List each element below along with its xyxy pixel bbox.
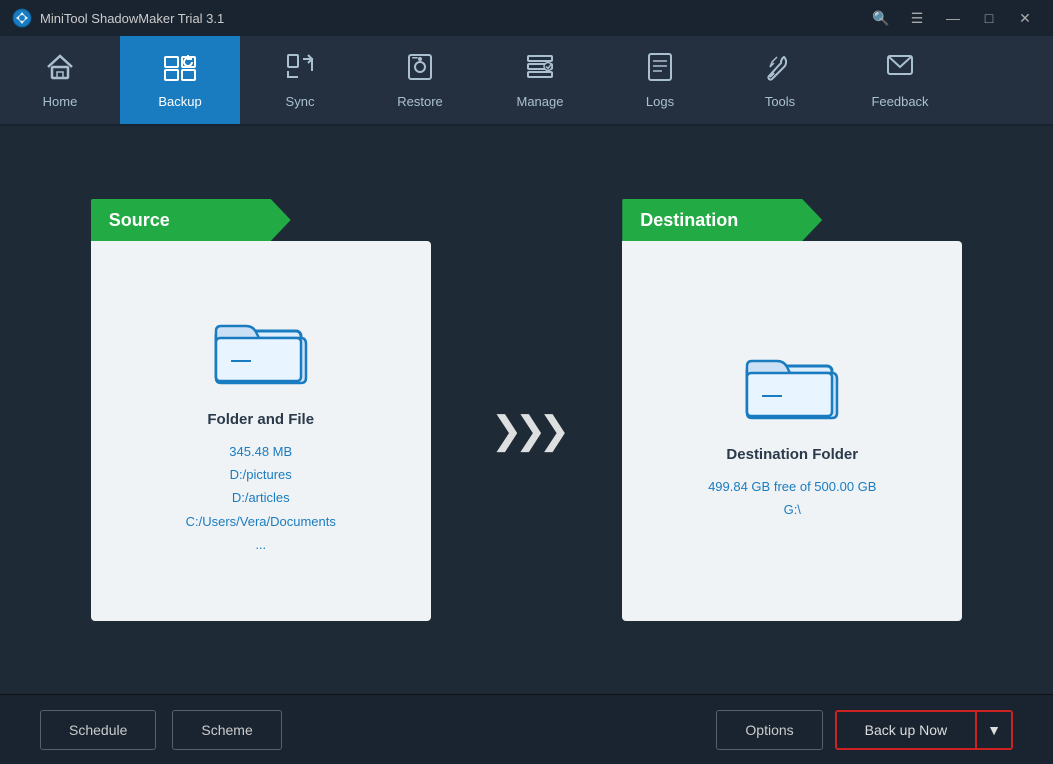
destination-panel-body[interactable]: Destination Folder 499.84 GB free of 500… xyxy=(622,241,962,621)
source-panel-body[interactable]: Folder and File 345.48 MB D:/pictures D:… xyxy=(91,241,431,621)
app-logo xyxy=(12,8,32,28)
home-icon xyxy=(44,51,76,88)
nav-item-home[interactable]: Home xyxy=(0,36,120,124)
destination-folder-icon xyxy=(742,341,842,426)
restore-icon xyxy=(404,51,436,88)
destination-panel: Destination Destination Folder 499.84 GB… xyxy=(622,199,962,621)
app-title: MiniTool ShadowMaker Trial 3.1 xyxy=(40,11,865,26)
source-folder-icon xyxy=(211,306,311,391)
nav-item-restore[interactable]: Restore xyxy=(360,36,480,124)
nav-label-tools: Tools xyxy=(765,94,795,109)
logs-icon xyxy=(644,51,676,88)
nav-item-tools[interactable]: Tools xyxy=(720,36,840,124)
nav-item-feedback[interactable]: Feedback xyxy=(840,36,960,124)
sync-icon xyxy=(284,51,316,88)
tools-icon xyxy=(764,51,796,88)
source-size: 345.48 MB xyxy=(186,440,336,463)
nav-item-sync[interactable]: Sync xyxy=(240,36,360,124)
close-button[interactable]: ✕ xyxy=(1009,6,1041,30)
backup-now-button[interactable]: Back up Now xyxy=(835,710,977,750)
source-title: Folder and File xyxy=(207,411,314,428)
nav-label-feedback: Feedback xyxy=(871,94,928,109)
right-buttons: Options Back up Now ▼ xyxy=(716,710,1013,750)
nav-label-restore: Restore xyxy=(397,94,443,109)
window-controls: 🔍 ☰ — □ ✕ xyxy=(865,6,1041,30)
main-content: Source Folder and File 345.48 MB D:/pict… xyxy=(0,126,1053,694)
nav-label-sync: Sync xyxy=(286,94,315,109)
bottombar: Schedule Scheme Options Back up Now ▼ xyxy=(0,694,1053,764)
destination-drive: G:\ xyxy=(708,498,876,521)
search-button[interactable]: 🔍 xyxy=(865,6,897,30)
source-info: 345.48 MB D:/pictures D:/articles C:/Use… xyxy=(186,440,336,557)
source-path-more: ... xyxy=(186,533,336,556)
source-header: Source xyxy=(91,199,291,241)
nav-label-manage: Manage xyxy=(517,94,564,109)
source-path-1: D:/pictures xyxy=(186,463,336,486)
arrow-area: ❯❯❯ xyxy=(491,408,563,453)
destination-title: Destination Folder xyxy=(726,446,858,463)
backup-icon xyxy=(162,51,198,88)
nav-item-backup[interactable]: Backup xyxy=(120,36,240,124)
destination-info: 499.84 GB free of 500.00 GB G:\ xyxy=(708,475,876,522)
nav-item-manage[interactable]: Manage xyxy=(480,36,600,124)
forward-arrows: ❯❯❯ xyxy=(491,408,563,453)
destination-header: Destination xyxy=(622,199,822,241)
source-panel: Source Folder and File 345.48 MB D:/pict… xyxy=(91,199,431,621)
scheme-button[interactable]: Scheme xyxy=(172,710,281,750)
manage-icon xyxy=(524,51,556,88)
navbar: Home Backup Sync xyxy=(0,36,1053,126)
nav-item-logs[interactable]: Logs xyxy=(600,36,720,124)
nav-label-home: Home xyxy=(43,94,78,109)
options-button[interactable]: Options xyxy=(716,710,822,750)
backup-now-dropdown[interactable]: ▼ xyxy=(977,710,1013,750)
feedback-icon xyxy=(884,51,916,88)
destination-free: 499.84 GB free of 500.00 GB xyxy=(708,475,876,498)
maximize-button[interactable]: □ xyxy=(973,6,1005,30)
source-path-3: C:/Users/Vera/Documents xyxy=(186,510,336,533)
menu-button[interactable]: ☰ xyxy=(901,6,933,30)
titlebar: MiniTool ShadowMaker Trial 3.1 🔍 ☰ — □ ✕ xyxy=(0,0,1053,36)
schedule-button[interactable]: Schedule xyxy=(40,710,156,750)
nav-label-backup: Backup xyxy=(158,94,201,109)
nav-label-logs: Logs xyxy=(646,94,674,109)
minimize-button[interactable]: — xyxy=(937,6,969,30)
source-path-2: D:/articles xyxy=(186,486,336,509)
